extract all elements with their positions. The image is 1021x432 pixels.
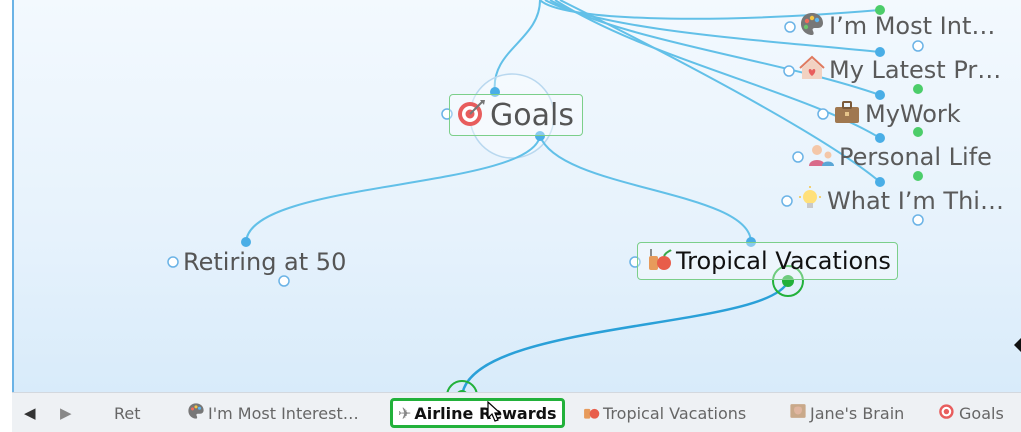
briefcase-icon: [833, 99, 861, 129]
active-thought-label: Goals: [490, 97, 574, 133]
child-thought-retiring[interactable]: Retiring at 50: [183, 246, 346, 278]
history-item-label: Jane's Brain: [810, 403, 905, 423]
thought-label: Personal Life: [839, 143, 992, 171]
history-item-label: Tropical Vacations: [603, 403, 747, 423]
history-item-label: Airline Rewards: [414, 403, 557, 423]
palette-icon: [799, 11, 825, 41]
jump-thought-latest-projects[interactable]: My Latest Pr…: [799, 54, 1001, 86]
history-bar: ◀ ▶ Ret I'm Most Interest… ✈ Airline Rew…: [12, 392, 1021, 432]
mouse-cursor-icon: [487, 401, 502, 422]
history-item-label: Ret: [114, 403, 141, 423]
lightbulb-icon: [797, 186, 823, 216]
home-heart-icon: [799, 55, 825, 85]
airplane-icon: ✈: [398, 403, 412, 423]
history-item-janes-brain[interactable]: Jane's Brain: [789, 393, 904, 432]
thought-label: I’m Most Int…: [829, 12, 996, 40]
history-item-most-interesting[interactable]: I'm Most Interest…: [187, 393, 359, 432]
expand-arrow-icon[interactable]: [1014, 338, 1021, 352]
palette-icon: [187, 402, 205, 424]
jump-thought-personal-life[interactable]: Personal Life: [807, 141, 992, 173]
forward-arrow-icon: ▶: [60, 404, 72, 422]
history-item-goals[interactable]: Goals: [938, 393, 1004, 432]
history-item-label: Goals: [959, 403, 1004, 423]
target-icon: [938, 402, 956, 424]
history-item-ret[interactable]: Ret: [114, 393, 141, 432]
jump-thought-most-interesting[interactable]: I’m Most Int…: [799, 10, 995, 42]
jump-thought-what-im-thinking[interactable]: What I’m Thi…: [797, 185, 1004, 217]
thought-label: What I’m Thi…: [827, 187, 1004, 215]
thought-label: Tropical Vacations: [676, 247, 891, 275]
beach-drink-icon: [646, 246, 672, 276]
child-thought-tropical-vacations[interactable]: Tropical Vacations: [637, 242, 898, 280]
thought-label: MyWork: [865, 100, 961, 128]
beach-drink-icon: [582, 402, 600, 424]
thebrain-window: Goals Retiring at 50 Tropical Vacations …: [0, 0, 1021, 432]
thought-label: My Latest Pr…: [829, 56, 1002, 84]
brain-icon: [789, 402, 807, 424]
history-item-tropical-vacations[interactable]: Tropical Vacations: [582, 393, 746, 432]
history-item-label: I'm Most Interest…: [208, 403, 359, 423]
family-icon: [807, 142, 835, 172]
history-back-button[interactable]: ◀: [24, 393, 36, 432]
active-thought-goals[interactable]: Goals: [449, 94, 583, 136]
history-forward-button[interactable]: ▶: [60, 393, 72, 432]
jump-thought-mywork[interactable]: MyWork: [833, 98, 961, 130]
history-item-airline-rewards[interactable]: ✈ Airline Rewards: [390, 398, 565, 428]
target-icon: [456, 98, 486, 132]
thought-label: Retiring at 50: [183, 248, 347, 276]
back-arrow-icon: ◀: [24, 404, 36, 422]
